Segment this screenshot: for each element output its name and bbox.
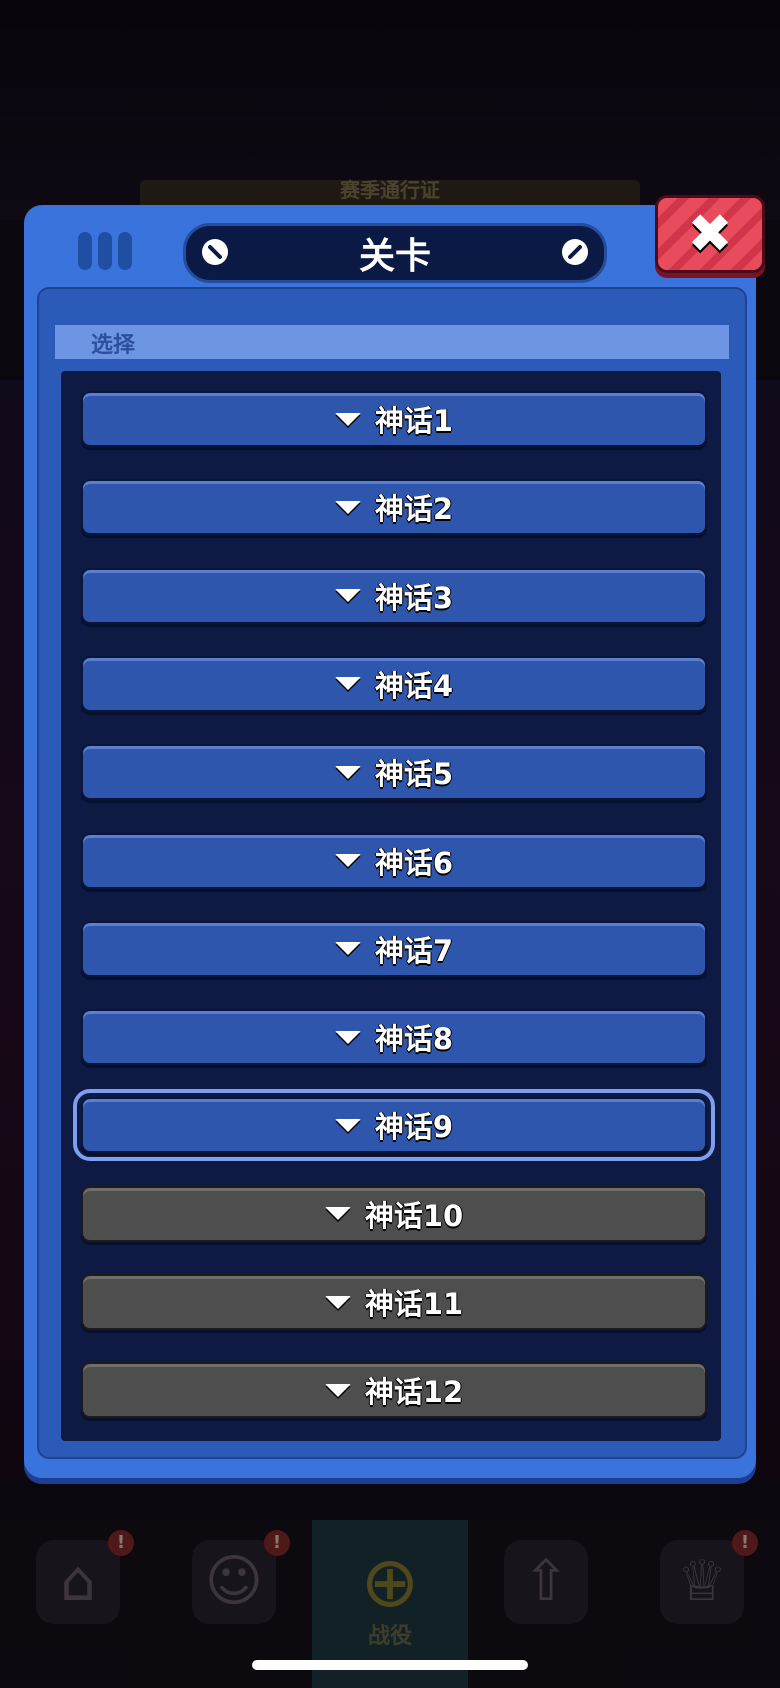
chevron-down-icon xyxy=(324,1383,351,1397)
level-label: 神话8 xyxy=(374,1022,454,1057)
section-header: 选择 xyxy=(55,325,729,359)
chevron-down-icon xyxy=(334,589,361,603)
level-label: 神话10 xyxy=(364,1198,464,1233)
level-button-7[interactable]: 神话7 xyxy=(81,920,707,977)
level-label: 神话9 xyxy=(374,1110,454,1145)
dialog-title: 关卡 xyxy=(358,236,431,277)
home-indicator[interactable] xyxy=(252,1660,528,1670)
level-label: 神话3 xyxy=(374,580,454,615)
chevron-down-icon xyxy=(334,1118,361,1132)
level-button-12[interactable]: 神话12 xyxy=(81,1362,707,1419)
level-button-10[interactable]: 神话10 xyxy=(81,1185,707,1242)
chevron-down-icon xyxy=(334,942,361,956)
level-label: 神话6 xyxy=(374,845,454,880)
level-button-3[interactable]: 神话3 xyxy=(81,567,707,624)
chevron-down-icon xyxy=(334,765,361,779)
level-label: 神话7 xyxy=(374,933,454,968)
chevron-down-icon xyxy=(334,412,361,426)
level-label: 神话5 xyxy=(374,757,454,792)
level-select-dialog: 关卡 选择 神话1 神话2 神话3 神话4 神话5 神话6 神话7 神话8 神话9 神话10 神话1… xyxy=(24,205,756,1478)
level-label: 神话11 xyxy=(364,1287,464,1321)
close-button[interactable]: ✖ xyxy=(655,195,765,273)
level-button-8[interactable]: 神话8 xyxy=(81,1009,707,1066)
chevron-down-icon xyxy=(334,500,361,514)
chevron-down-icon xyxy=(334,854,361,867)
level-label: 神话4 xyxy=(374,668,454,703)
level-button-1[interactable]: 神话1 xyxy=(81,391,707,447)
chevron-down-icon xyxy=(324,1207,351,1221)
chevron-down-icon xyxy=(334,677,361,691)
level-list[interactable]: 神话1 神话2 神话3 神话4 神话5 神话6 神话7 神话8 神话9 神话10 神话11 神话12 xyxy=(61,371,721,1441)
close-icon: ✖ xyxy=(687,202,733,265)
level-label: 神话2 xyxy=(374,492,454,527)
bolt-icon xyxy=(202,239,228,265)
dialog-body: 选择 神话1 神话2 神话3 神话4 神话5 神话6 神话7 神话8 神话9 神话10 神话11 神话… xyxy=(37,287,747,1459)
bolt-icon xyxy=(562,239,588,265)
level-button-5[interactable]: 神话5 xyxy=(81,744,707,801)
level-button-2[interactable]: 神话2 xyxy=(81,479,707,536)
dialog-title-bar: 关卡 xyxy=(183,223,607,283)
chevron-down-icon xyxy=(324,1295,351,1309)
dialog-grip-icon xyxy=(78,232,132,270)
level-button-6[interactable]: 神话6 xyxy=(81,832,707,889)
level-label: 神话12 xyxy=(364,1375,464,1410)
level-button-11[interactable]: 神话11 xyxy=(81,1274,707,1330)
section-label: 选择 xyxy=(91,333,136,358)
chevron-down-icon xyxy=(334,1030,361,1044)
level-button-9[interactable]: 神话9 xyxy=(73,1089,715,1162)
level-label: 神话1 xyxy=(374,404,454,438)
level-button-4[interactable]: 神话4 xyxy=(81,655,707,712)
